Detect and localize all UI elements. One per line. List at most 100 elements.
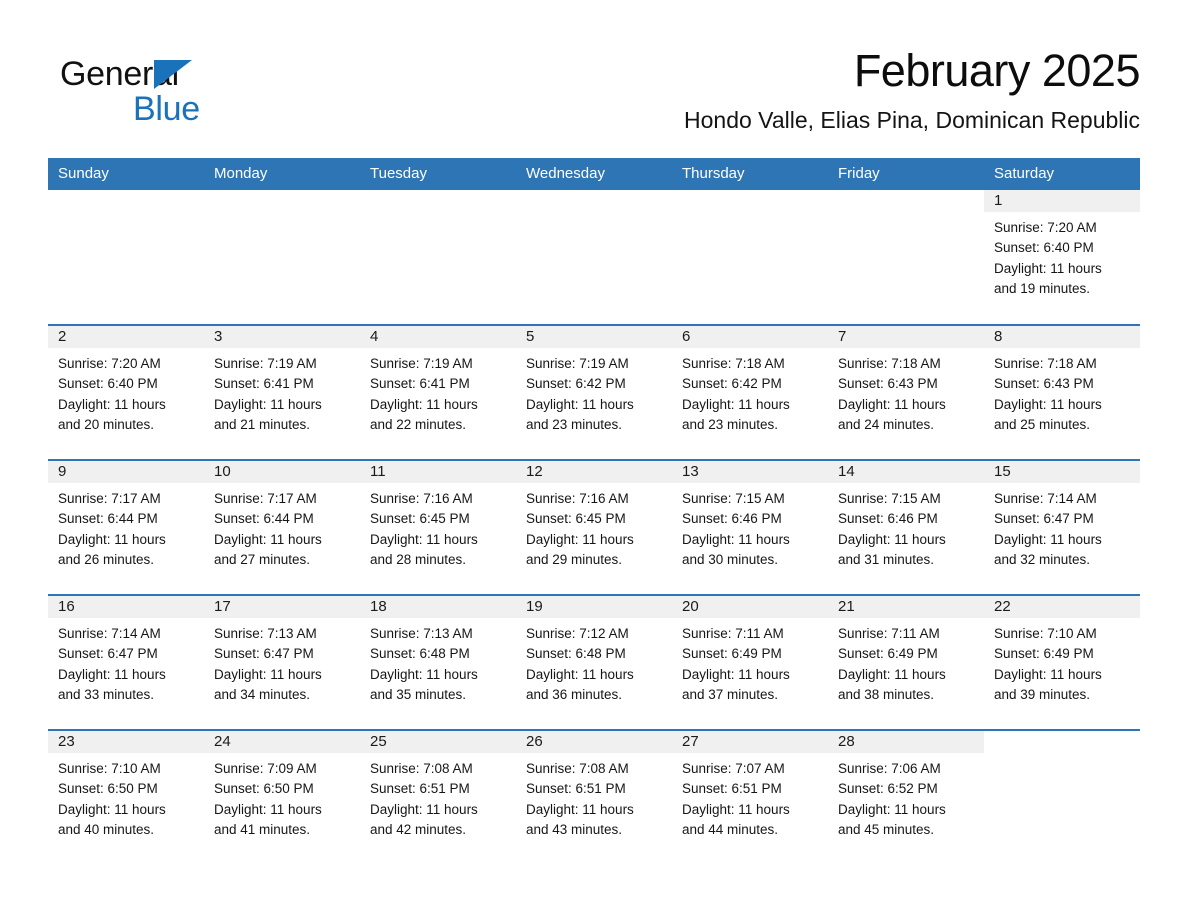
day-details: Sunrise: 7:12 AM Sunset: 6:48 PM Daylight:… <box>516 618 672 705</box>
day-number: 19 <box>526 598 543 615</box>
calendar-week-row: 16 Sunrise: 7:14 AM Sunset: 6:47 PM Dayligh… <box>48 594 1140 730</box>
daylight-text-cont: and 23 minutes. <box>682 416 779 432</box>
sunrise-text: Sunrise: 7:11 AM <box>682 626 784 641</box>
sunrise-text: Sunrise: 7:19 AM <box>526 356 629 371</box>
sunrise-text: Sunrise: 7:07 AM <box>682 761 785 776</box>
day-number-band: 4 <box>360 326 516 348</box>
day-cell-inner: 13 Sunrise: 7:15 AM Sunset: 6:46 PM Dayligh… <box>672 461 828 594</box>
weekday-header-thursday: Thursday <box>672 158 828 190</box>
logo-text-blue: Blue <box>133 90 200 128</box>
calendar-day-cell[interactable]: 8 Sunrise: 7:18 AM Sunset: 6:43 PM Daylight… <box>984 324 1140 460</box>
calendar-day-cell[interactable]: 15 Sunrise: 7:14 AM Sunset: 6:47 PM Dayligh… <box>984 459 1140 595</box>
calendar-day-cell[interactable]: 14 Sunrise: 7:15 AM Sunset: 6:46 PM Dayligh… <box>828 459 984 595</box>
calendar-day-cell[interactable]: 12 Sunrise: 7:16 AM Sunset: 6:45 PM Dayligh… <box>516 459 672 595</box>
day-number-band: 17 <box>204 596 360 618</box>
calendar-day-cell[interactable]: 19 Sunrise: 7:12 AM Sunset: 6:48 PM Dayligh… <box>516 594 672 730</box>
calendar-day-cell[interactable]: 11 Sunrise: 7:16 AM Sunset: 6:45 PM Dayligh… <box>360 459 516 595</box>
day-cell-inner: 17 Sunrise: 7:13 AM Sunset: 6:47 PM Dayligh… <box>204 596 360 729</box>
calendar-day-cell[interactable]: 26 Sunrise: 7:08 AM Sunset: 6:51 PM Dayligh… <box>516 729 672 865</box>
sunrise-text: Sunrise: 7:20 AM <box>58 356 161 371</box>
day-number: 24 <box>214 733 231 750</box>
daylight-text-cont: and 25 minutes. <box>994 416 1091 432</box>
calendar-day-cell[interactable]: 20 Sunrise: 7:11 AM Sunset: 6:49 PM Dayligh… <box>672 594 828 730</box>
day-number: 23 <box>58 733 75 750</box>
daylight-text-cont: and 41 minutes. <box>214 821 311 837</box>
calendar-day-cell[interactable]: 7 Sunrise: 7:18 AM Sunset: 6:43 PM Daylight… <box>828 324 984 460</box>
sunset-text: Sunset: 6:40 PM <box>994 240 1094 256</box>
sunset-text: Sunset: 6:49 PM <box>682 646 782 662</box>
day-cell-inner: 6 Sunrise: 7:18 AM Sunset: 6:42 PM Daylight… <box>672 326 828 459</box>
day-details: Sunrise: 7:15 AM Sunset: 6:46 PM Daylight:… <box>672 483 828 570</box>
day-number: 6 <box>682 328 691 345</box>
calendar-day-cell[interactable]: 4 Sunrise: 7:19 AM Sunset: 6:41 PM Daylight… <box>360 324 516 460</box>
calendar-day-cell[interactable]: 2 Sunrise: 7:20 AM Sunset: 6:40 PM Daylight… <box>48 324 204 460</box>
sunset-text: Sunset: 6:43 PM <box>838 376 938 392</box>
daylight-text: Daylight: 11 hours <box>994 396 1102 412</box>
day-cell-inner <box>48 190 204 324</box>
day-details: Sunrise: 7:20 AM Sunset: 6:40 PM Daylight:… <box>984 212 1140 299</box>
day-number-band: 11 <box>360 461 516 483</box>
day-details: Sunrise: 7:07 AM Sunset: 6:51 PM Daylight:… <box>672 753 828 840</box>
daylight-text-cont: and 36 minutes. <box>526 686 623 702</box>
sunrise-text: Sunrise: 7:11 AM <box>838 626 940 641</box>
sunset-text: Sunset: 6:50 PM <box>214 781 314 797</box>
day-details: Sunrise: 7:20 AM Sunset: 6:40 PM Daylight:… <box>48 348 204 435</box>
calendar-day-cell[interactable]: 25 Sunrise: 7:08 AM Sunset: 6:51 PM Dayligh… <box>360 729 516 865</box>
sunrise-text: Sunrise: 7:19 AM <box>214 356 317 371</box>
daylight-text: Daylight: 11 hours <box>370 801 478 817</box>
calendar-day-cell[interactable]: 13 Sunrise: 7:15 AM Sunset: 6:46 PM Dayligh… <box>672 459 828 595</box>
day-number: 18 <box>370 598 387 615</box>
day-number: 26 <box>526 733 543 750</box>
day-details: Sunrise: 7:16 AM Sunset: 6:45 PM Daylight:… <box>516 483 672 570</box>
calendar-day-cell[interactable]: 1 Sunrise: 7:20 AM Sunset: 6:40 PM Daylight… <box>984 190 1140 325</box>
day-details: Sunrise: 7:16 AM Sunset: 6:45 PM Daylight:… <box>360 483 516 570</box>
day-number-band: 14 <box>828 461 984 483</box>
day-cell-inner: 2 Sunrise: 7:20 AM Sunset: 6:40 PM Daylight… <box>48 326 204 459</box>
day-details: Sunrise: 7:09 AM Sunset: 6:50 PM Daylight:… <box>204 753 360 840</box>
calendar-day-cell[interactable]: 10 Sunrise: 7:17 AM Sunset: 6:44 PM Dayligh… <box>204 459 360 595</box>
daylight-text-cont: and 20 minutes. <box>58 416 155 432</box>
sunset-text: Sunset: 6:44 PM <box>58 511 158 527</box>
day-details: Sunrise: 7:13 AM Sunset: 6:47 PM Daylight:… <box>204 618 360 705</box>
day-number-band: 16 <box>48 596 204 618</box>
general-blue-logo[interactable]: General Blue <box>60 54 320 134</box>
daylight-text: Daylight: 11 hours <box>838 396 946 412</box>
daylight-text: Daylight: 11 hours <box>526 396 634 412</box>
daylight-text: Daylight: 11 hours <box>838 531 946 547</box>
day-number: 17 <box>214 598 231 615</box>
day-number-band: 15 <box>984 461 1140 483</box>
day-number-band: 12 <box>516 461 672 483</box>
sunrise-text: Sunrise: 7:18 AM <box>994 356 1097 371</box>
weekday-header-wednesday: Wednesday <box>516 158 672 190</box>
calendar-day-cell[interactable]: 21 Sunrise: 7:11 AM Sunset: 6:49 PM Dayligh… <box>828 594 984 730</box>
weekday-header-saturday: Saturday <box>984 158 1140 190</box>
calendar-day-cell[interactable]: 17 Sunrise: 7:13 AM Sunset: 6:47 PM Dayligh… <box>204 594 360 730</box>
calendar-day-cell[interactable]: 9 Sunrise: 7:17 AM Sunset: 6:44 PM Daylight… <box>48 459 204 595</box>
calendar-day-cell[interactable]: 24 Sunrise: 7:09 AM Sunset: 6:50 PM Dayligh… <box>204 729 360 865</box>
calendar-day-cell[interactable]: 6 Sunrise: 7:18 AM Sunset: 6:42 PM Daylight… <box>672 324 828 460</box>
day-number-band: 20 <box>672 596 828 618</box>
sunset-text: Sunset: 6:42 PM <box>682 376 782 392</box>
calendar-day-cell[interactable]: 16 Sunrise: 7:14 AM Sunset: 6:47 PM Dayligh… <box>48 594 204 730</box>
daylight-text: Daylight: 11 hours <box>682 531 790 547</box>
calendar-day-cell[interactable]: 5 Sunrise: 7:19 AM Sunset: 6:42 PM Daylight… <box>516 324 672 460</box>
day-cell-inner: 16 Sunrise: 7:14 AM Sunset: 6:47 PM Dayligh… <box>48 596 204 729</box>
calendar-week-row: 1 Sunrise: 7:20 AM Sunset: 6:40 PM Daylight… <box>48 190 1140 325</box>
day-cell-inner: 18 Sunrise: 7:13 AM Sunset: 6:48 PM Dayligh… <box>360 596 516 729</box>
day-number: 13 <box>682 463 699 480</box>
sunrise-text: Sunrise: 7:16 AM <box>526 491 629 506</box>
calendar-day-cell[interactable]: 23 Sunrise: 7:10 AM Sunset: 6:50 PM Dayligh… <box>48 729 204 865</box>
day-number: 27 <box>682 733 699 750</box>
sunset-text: Sunset: 6:48 PM <box>526 646 626 662</box>
calendar-day-cell[interactable]: 22 Sunrise: 7:10 AM Sunset: 6:49 PM Dayligh… <box>984 594 1140 730</box>
sunrise-text: Sunrise: 7:08 AM <box>526 761 629 776</box>
calendar-day-cell[interactable]: 28 Sunrise: 7:06 AM Sunset: 6:52 PM Dayligh… <box>828 729 984 865</box>
sunset-text: Sunset: 6:42 PM <box>526 376 626 392</box>
daylight-text: Daylight: 11 hours <box>370 666 478 682</box>
calendar-day-cell[interactable]: 27 Sunrise: 7:07 AM Sunset: 6:51 PM Dayligh… <box>672 729 828 865</box>
calendar-day-cell[interactable]: 3 Sunrise: 7:19 AM Sunset: 6:41 PM Daylight… <box>204 324 360 460</box>
calendar-day-cell[interactable]: 18 Sunrise: 7:13 AM Sunset: 6:48 PM Dayligh… <box>360 594 516 730</box>
daylight-text-cont: and 19 minutes. <box>994 280 1091 296</box>
day-cell-inner: 9 Sunrise: 7:17 AM Sunset: 6:44 PM Daylight… <box>48 461 204 594</box>
weekday-header-sunday: Sunday <box>48 158 204 190</box>
